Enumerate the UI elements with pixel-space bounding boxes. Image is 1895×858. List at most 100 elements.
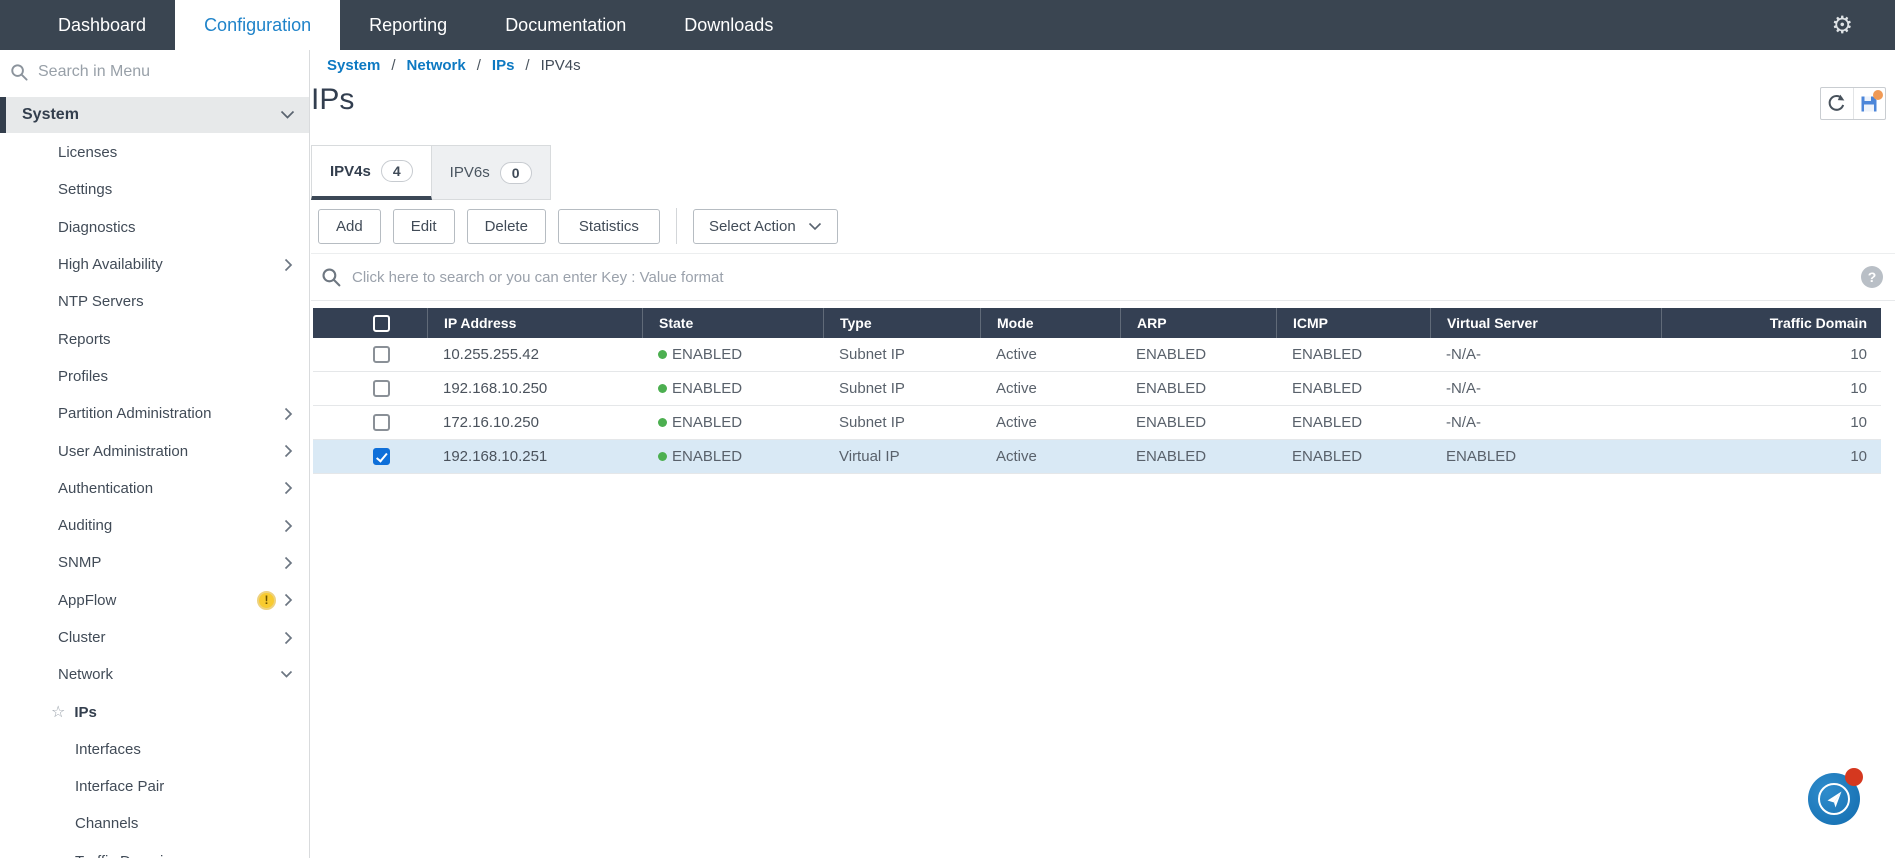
sidebar-search-input[interactable] [38,63,299,81]
sidebar-item-partition-administration[interactable]: Partition Administration [0,395,309,432]
sidebar-item-label: High Availability [58,256,163,274]
row-checkbox-cell [313,338,427,371]
cell-icmp: ENABLED [1292,380,1363,397]
table-header-row: IP Address State Type Mode ARP ICMP Virtual Se… [313,308,1881,338]
header-checkbox-cell [313,308,427,338]
column-header-arp[interactable]: ARP [1120,308,1276,338]
tab-count-badge: 0 [499,161,532,184]
sidebar-item-label: IPs [74,703,97,721]
column-header-icmp[interactable]: ICMP [1276,308,1430,338]
cell-type: Virtual IP [839,448,900,465]
cell-traffic-domain: 10 [1850,448,1867,465]
tab-ipv4s[interactable]: IPV4s 4 [311,145,432,200]
row-checkbox[interactable] [373,414,390,431]
sidebar-search [0,50,309,94]
sidebar-item-interface-pair[interactable]: Interface Pair [0,768,309,805]
column-header-virtual-server[interactable]: Virtual Server [1430,308,1661,338]
cell-virtual-server: -N/A- [1446,380,1481,397]
sidebar-item-label: Interfaces [75,740,141,758]
sidebar-item-network[interactable]: Network [0,656,309,693]
sidebar-item-snmp[interactable]: SNMP [0,544,309,581]
nav-tab-configuration[interactable]: Configuration [175,0,341,50]
sidebar-item-licenses[interactable]: Licenses [0,134,309,171]
breadcrumb-link-network[interactable]: Network [407,57,466,74]
delete-button[interactable]: Delete [466,208,546,244]
row-checkbox[interactable] [373,380,390,397]
sidebar-item-ntp-servers[interactable]: NTP Servers [0,283,309,320]
sidebar-item-cluster[interactable]: Cluster [0,619,309,656]
sidebar-item-interfaces[interactable]: Interfaces [0,731,309,768]
gear-icon: ⚙ [1831,11,1853,39]
table-row[interactable]: 192.168.10.251 ENABLED Virtual IP Active ENA… [313,440,1881,474]
nav-tab-downloads[interactable]: Downloads [655,0,802,50]
sidebar-section-system[interactable]: System [0,97,309,133]
sidebar-item-ips[interactable]: ☆ IPs [0,693,309,730]
refresh-icon [1826,93,1847,114]
sidebar-item-profiles[interactable]: Profiles [0,358,309,395]
nav-tab-dashboard[interactable]: Dashboard [29,0,175,50]
sidebar-item-diagnostics[interactable]: Diagnostics [0,209,309,246]
sidebar-item-high-availability[interactable]: High Availability [0,246,309,283]
cell-traffic-domain: 10 [1850,380,1867,397]
row-checkbox[interactable] [373,448,390,465]
column-header-state[interactable]: State [642,308,823,338]
settings-gear-button[interactable]: ⚙ [1831,0,1895,50]
chevron-right-icon [284,481,293,495]
cell-ip-address: 192.168.10.250 [443,380,548,397]
table-row[interactable]: 192.168.10.250 ENABLED Subnet IP Active ENAB… [313,372,1881,406]
cell-state-text: ENABLED [672,448,743,465]
cell-type: Subnet IP [839,346,905,363]
sidebar-item-label: Cluster [58,629,106,646]
sidebar-item-user-administration[interactable]: User Administration [0,432,309,469]
nav-tab-documentation[interactable]: Documentation [476,0,655,50]
select-all-checkbox[interactable] [373,314,390,332]
assistant-compass-button[interactable] [1808,768,1863,825]
chevron-right-icon [284,519,293,533]
breadcrumb-separator: / [391,57,396,74]
column-header-traffic-domain[interactable]: Traffic Domain [1661,308,1881,338]
sidebar-item-reports[interactable]: Reports [0,320,309,357]
refresh-button[interactable] [1821,88,1853,119]
chevron-right-icon [284,593,293,607]
nav-tab-reporting[interactable]: Reporting [340,0,476,50]
row-checkbox[interactable] [373,346,390,363]
sidebar-item-auditing[interactable]: Auditing [0,507,309,544]
sidebar-item-traffic-domains[interactable]: Traffic Domains [0,843,309,858]
sidebar-item-label: Authentication [58,479,154,497]
cell-state: ENABLED [642,372,823,405]
sidebar-item-icons [284,444,293,458]
chevron-down-icon [280,110,295,120]
add-button[interactable]: Add [318,208,381,244]
tab-ipv6s[interactable]: IPV6s 0 [431,145,551,200]
cell-state: ENABLED [642,338,823,371]
column-header-mode[interactable]: Mode [980,308,1120,338]
help-icon[interactable]: ? [1861,266,1883,288]
sidebar-item-label: Licenses [58,144,118,162]
sidebar-item-label: AppFlow [58,591,117,609]
sidebar-item-authentication[interactable]: Authentication [0,470,309,507]
sidebar-item-channels[interactable]: Channels [0,805,309,842]
cell-arp: ENABLED [1136,414,1207,431]
chevron-right-icon [284,444,293,458]
column-header-type[interactable]: Type [823,308,980,338]
table-row[interactable]: 172.16.10.250 ENABLED Subnet IP Active ENABL… [313,406,1881,440]
select-action-dropdown[interactable]: Select Action [692,208,838,244]
breadcrumb-link-system[interactable]: System [327,57,380,74]
sidebar-item-label: SNMP [58,554,102,572]
chevron-right-icon [284,556,293,570]
sidebar-item-appflow[interactable]: AppFlow! [0,582,309,619]
cell-state-text: ENABLED [672,414,743,431]
sidebar-item-icons [284,631,293,645]
sidebar-item-icons [280,670,293,679]
column-header-ip-address[interactable]: IP Address [427,308,642,338]
save-button[interactable] [1854,88,1886,119]
tab-label: IPV4s [330,162,371,180]
cell-icmp: ENABLED [1292,414,1363,431]
statistics-button[interactable]: Statistics [557,208,660,244]
row-checkbox-cell [313,440,427,473]
breadcrumb-link-ips[interactable]: IPs [492,57,515,74]
table-row[interactable]: 10.255.255.42 ENABLED Subnet IP Active ENABL… [313,338,1881,372]
table-search-input[interactable] [352,268,1851,286]
edit-button[interactable]: Edit [392,208,455,244]
sidebar-item-settings[interactable]: Settings [0,171,309,208]
